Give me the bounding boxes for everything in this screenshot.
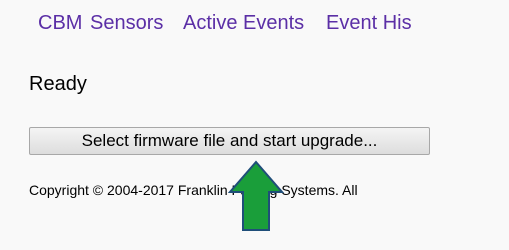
select-firmware-upgrade-button[interactable]: Select firmware file and start upgrade..… <box>29 127 430 155</box>
top-nav: CBM Sensors Active Events Event His <box>0 12 509 42</box>
nav-item-event-history[interactable]: Event His <box>326 12 412 35</box>
nav-item-sensors[interactable]: Sensors <box>90 12 163 35</box>
nav-item-active-events[interactable]: Active Events <box>183 12 304 35</box>
nav-item-cbm[interactable]: CBM <box>38 12 82 35</box>
up-arrow-icon <box>228 160 284 231</box>
status-text: Ready <box>29 73 87 95</box>
